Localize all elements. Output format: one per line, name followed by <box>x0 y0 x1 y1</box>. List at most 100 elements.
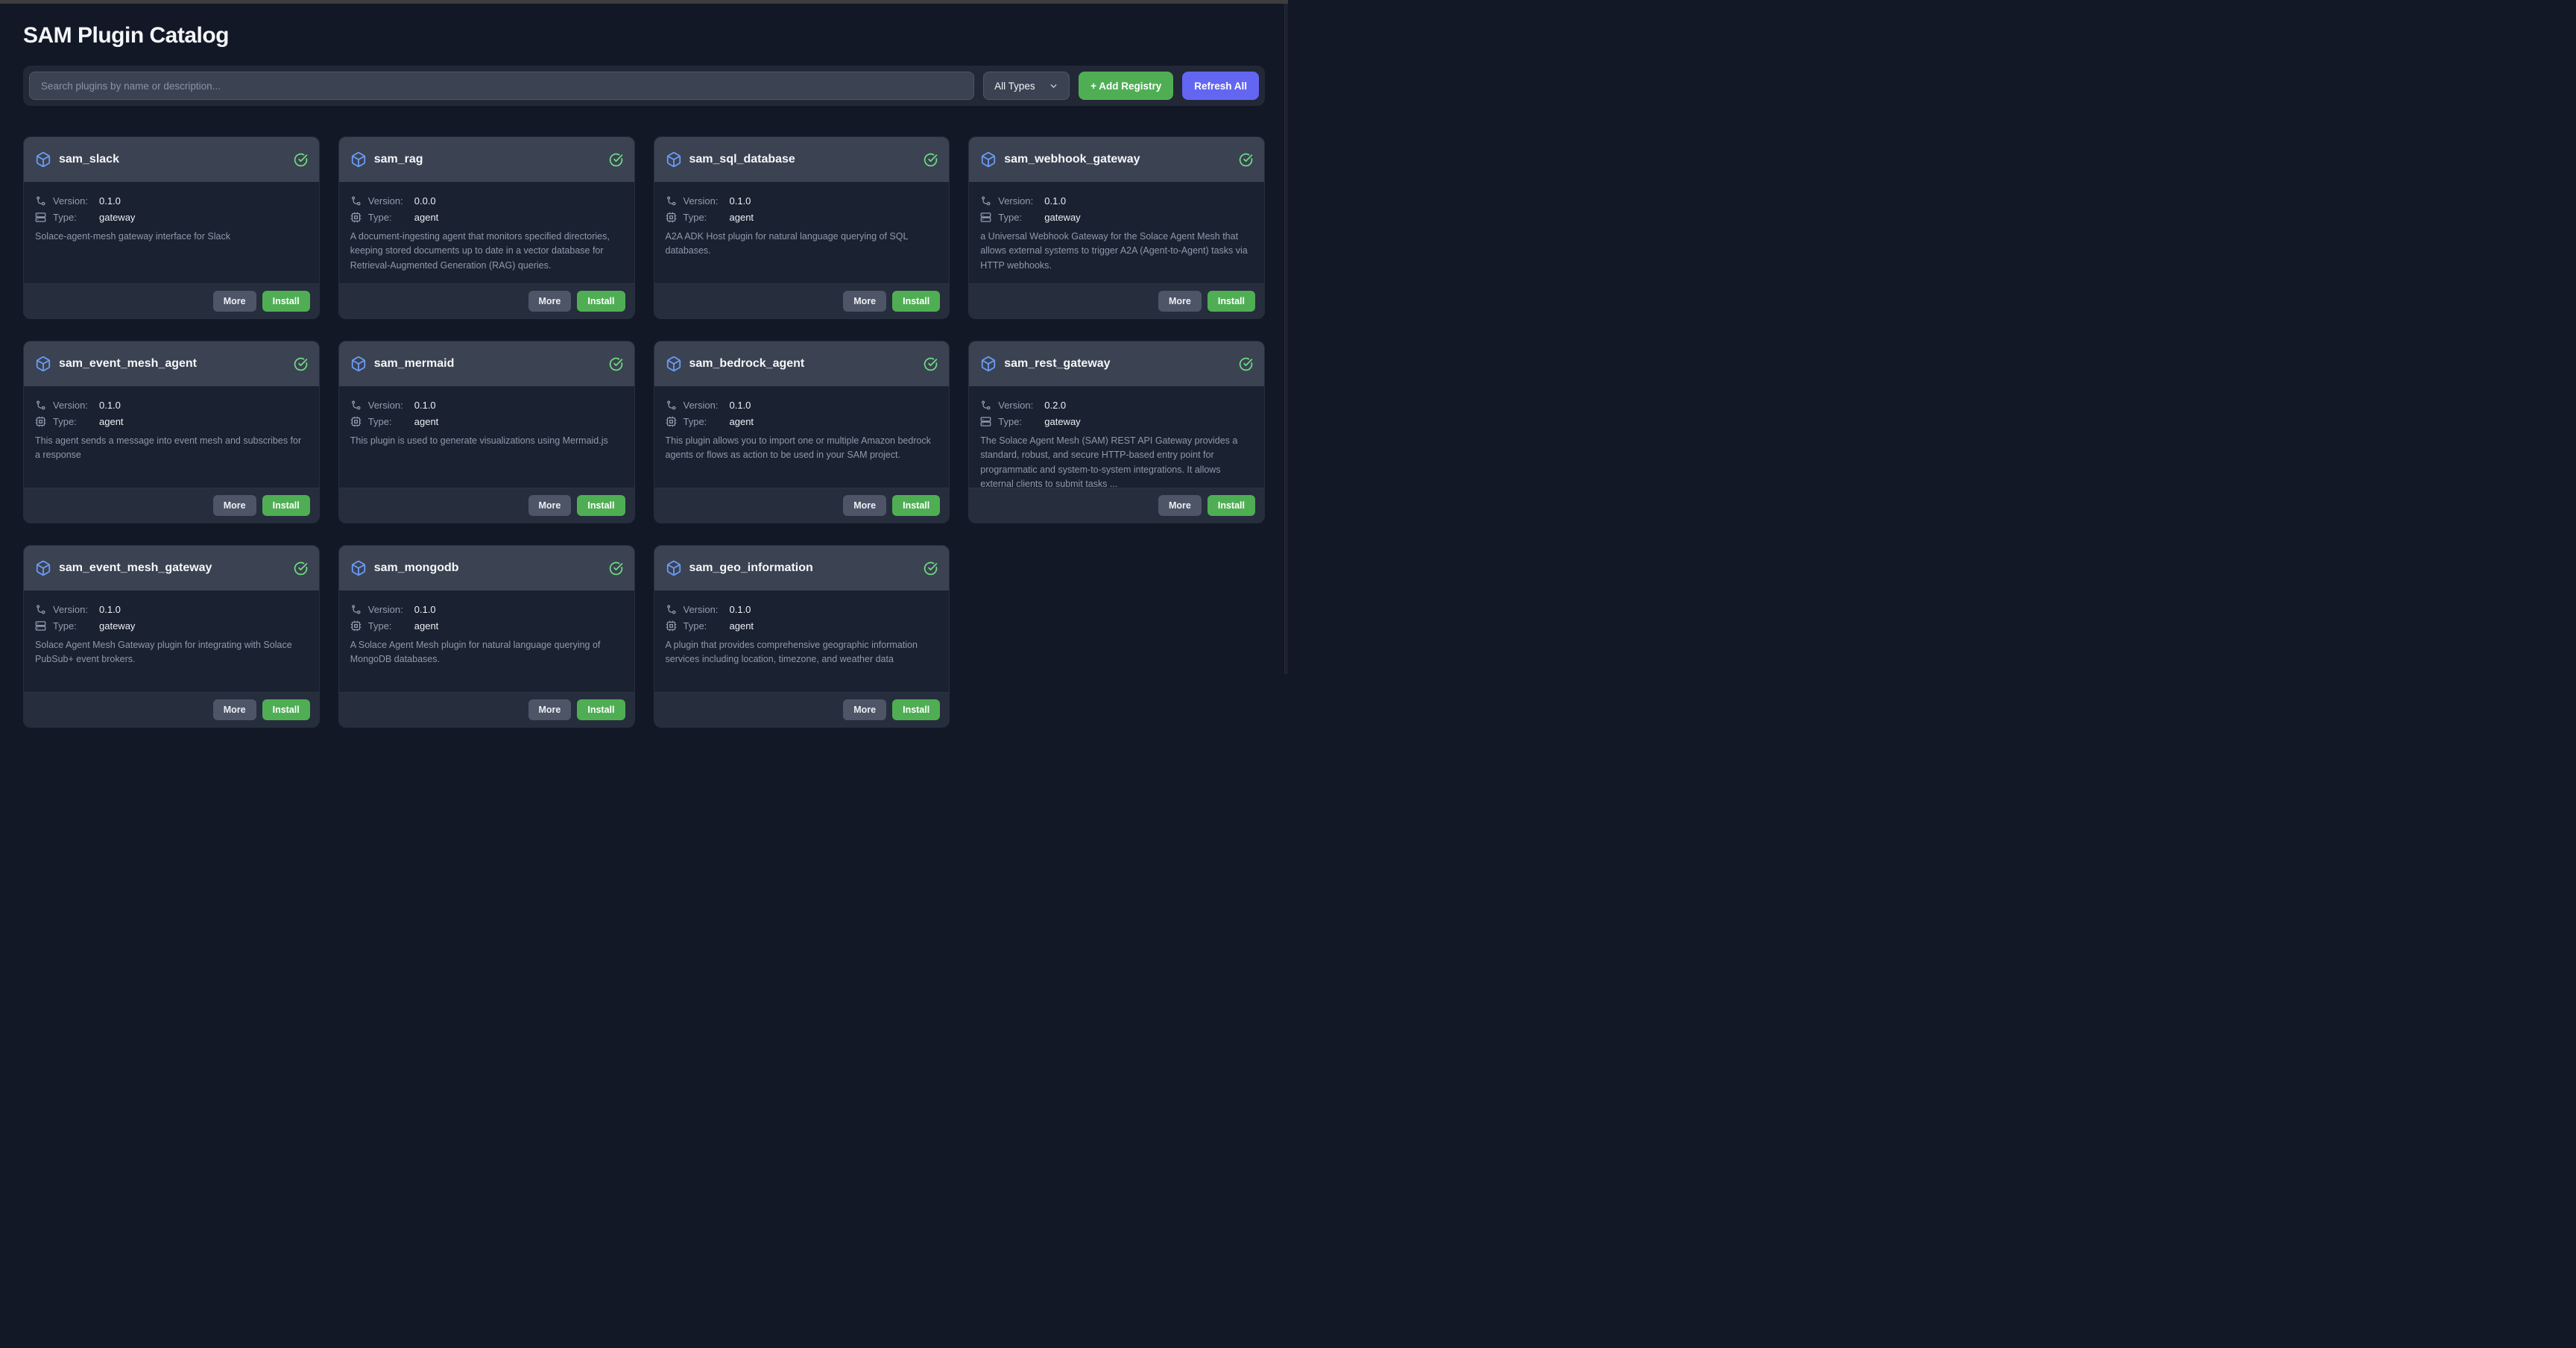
version-label: Version: <box>368 195 414 207</box>
version-label: Version: <box>368 604 414 615</box>
install-button[interactable]: Install <box>892 291 940 312</box>
install-button[interactable]: Install <box>1208 495 1255 516</box>
version-label: Version: <box>53 604 99 615</box>
cpu-icon <box>350 620 362 632</box>
type-label: Type: <box>998 212 1044 223</box>
version-value: 0.1.0 <box>414 400 436 411</box>
plugin-card-body: Version: 0.1.0 Type: agent A2A ADK Host … <box>654 182 950 283</box>
install-button[interactable]: Install <box>262 291 310 312</box>
add-registry-button[interactable]: + Add Registry <box>1079 72 1173 100</box>
type-row: Type: agent <box>35 416 308 427</box>
version-label: Version: <box>998 400 1044 411</box>
box-cube-icon <box>350 151 367 168</box>
check-circle-icon <box>924 153 938 167</box>
more-button[interactable]: More <box>213 291 256 312</box>
install-button[interactable]: Install <box>892 495 940 516</box>
install-button[interactable]: Install <box>892 699 940 720</box>
version-branch-icon <box>350 195 362 207</box>
plugin-card-footer: More Install <box>654 692 950 727</box>
plugin-card-header: sam_webhook_gateway <box>969 137 1264 182</box>
plugin-name: sam_bedrock_agent <box>689 357 805 371</box>
more-button[interactable]: More <box>528 495 572 516</box>
more-button[interactable]: More <box>843 291 886 312</box>
cpu-icon <box>350 416 362 427</box>
plugin-card-footer: More Install <box>339 283 634 318</box>
plugin-name: sam_sql_database <box>689 153 795 166</box>
version-label: Version: <box>684 400 730 411</box>
version-label: Version: <box>684 195 730 207</box>
plugin-card-header: sam_slack <box>24 137 319 182</box>
plugin-card-body: Version: 0.1.0 Type: agent A plugin that… <box>654 590 950 692</box>
more-button[interactable]: More <box>1158 291 1202 312</box>
install-button[interactable]: Install <box>262 699 310 720</box>
vertical-scrollbar[interactable] <box>1284 4 1288 674</box>
type-row: Type: agent <box>666 212 938 223</box>
version-value: 0.1.0 <box>730 604 751 615</box>
more-button[interactable]: More <box>213 699 256 720</box>
more-button[interactable]: More <box>843 699 886 720</box>
check-circle-icon <box>924 561 938 576</box>
type-label: Type: <box>53 416 99 427</box>
plugin-name: sam_rest_gateway <box>1004 357 1110 371</box>
plugin-card-body: Version: 0.1.0 Type: agent This agent se… <box>24 386 319 488</box>
plugin-card-body: Version: 0.1.0 Type: gateway Solace Agen… <box>24 590 319 692</box>
plugin-card-footer: More Install <box>969 283 1264 318</box>
plugin-name: sam_mongodb <box>374 561 459 575</box>
plugin-card: sam_event_mesh_agent Version: 0.1.0 <box>23 341 320 523</box>
version-value: 0.1.0 <box>1044 195 1066 207</box>
install-button[interactable]: Install <box>577 291 625 312</box>
type-label: Type: <box>53 212 99 223</box>
box-cube-icon <box>350 560 367 576</box>
type-row: Type: agent <box>350 416 623 427</box>
plugin-card-footer: More Install <box>654 488 950 523</box>
plugin-catalog-page: SAM Plugin Catalog All Types + Add Regis… <box>0 4 1288 728</box>
type-row: Type: agent <box>350 620 623 632</box>
plugin-name: sam_event_mesh_agent <box>59 357 197 371</box>
version-branch-icon <box>35 604 46 615</box>
catalog-toolbar: All Types + Add Registry Refresh All <box>23 66 1265 106</box>
install-button[interactable]: Install <box>577 699 625 720</box>
more-button[interactable]: More <box>213 495 256 516</box>
plugin-description: Solace-agent-mesh gateway interface for … <box>35 230 308 244</box>
plugin-grid: sam_slack Version: 0.1.0 Type: <box>23 136 1265 728</box>
plugin-card-header: sam_rest_gateway <box>969 341 1264 386</box>
version-branch-icon <box>350 400 362 411</box>
search-input[interactable] <box>29 72 974 100</box>
page-title: SAM Plugin Catalog <box>23 23 1265 48</box>
type-filter-select[interactable]: All Types <box>983 72 1070 100</box>
version-row: Version: 0.1.0 <box>666 400 938 411</box>
type-label: Type: <box>368 416 414 427</box>
more-button[interactable]: More <box>528 699 572 720</box>
plugin-card: sam_geo_information Version: 0.1.0 <box>654 545 950 728</box>
more-button[interactable]: More <box>1158 495 1202 516</box>
check-circle-icon <box>924 357 938 371</box>
cpu-icon <box>666 416 677 427</box>
version-value: 0.1.0 <box>730 195 751 207</box>
version-branch-icon <box>666 400 677 411</box>
plugin-name: sam_slack <box>59 153 119 166</box>
more-button[interactable]: More <box>843 495 886 516</box>
refresh-all-button[interactable]: Refresh All <box>1182 72 1259 100</box>
type-row: Type: agent <box>350 212 623 223</box>
type-value: agent <box>730 620 754 632</box>
type-value: gateway <box>99 212 135 223</box>
check-circle-icon <box>294 561 308 576</box>
version-label: Version: <box>53 195 99 207</box>
box-cube-icon <box>666 356 682 372</box>
version-row: Version: 0.1.0 <box>35 604 308 615</box>
more-button[interactable]: More <box>528 291 572 312</box>
type-value: agent <box>99 416 124 427</box>
plugin-description: A plugin that provides comprehensive geo… <box>666 638 938 667</box>
plugin-card-header: sam_sql_database <box>654 137 950 182</box>
type-value: gateway <box>1044 416 1080 427</box>
install-button[interactable]: Install <box>1208 291 1255 312</box>
plugin-card-body: Version: 0.1.0 Type: gateway Solace-agen… <box>24 182 319 283</box>
type-value: agent <box>730 416 754 427</box>
install-button[interactable]: Install <box>262 495 310 516</box>
install-button[interactable]: Install <box>577 495 625 516</box>
plugin-card: sam_bedrock_agent Version: 0.1.0 Ty <box>654 341 950 523</box>
type-label: Type: <box>998 416 1044 427</box>
box-cube-icon <box>35 560 51 576</box>
plugin-description: This plugin is used to generate visualiz… <box>350 434 623 448</box>
plugin-card-footer: More Install <box>24 488 319 523</box>
